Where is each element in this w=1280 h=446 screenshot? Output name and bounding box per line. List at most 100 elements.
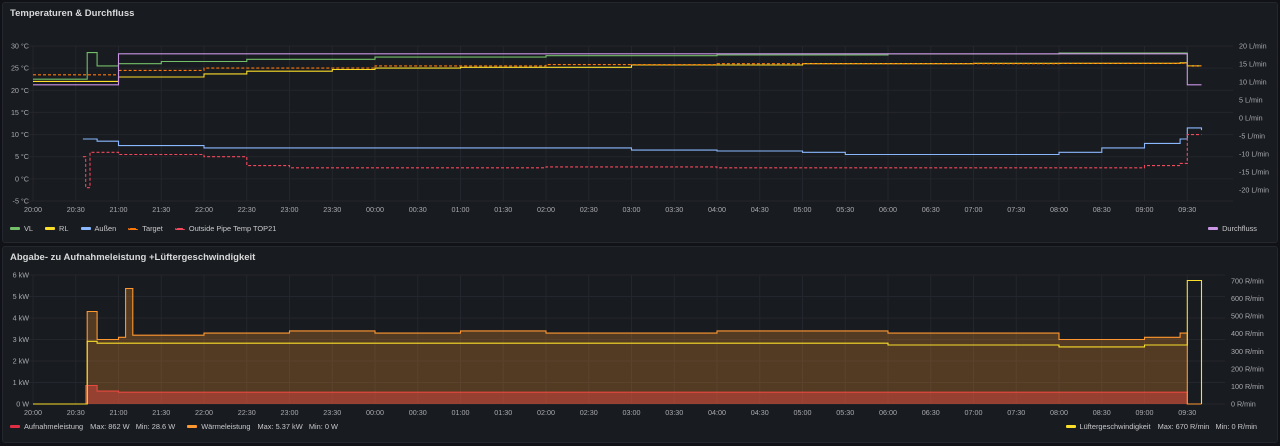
legend-item[interactable]: Target: [128, 224, 163, 233]
x-tick-label: 20:00: [24, 205, 42, 214]
series-line-1: [33, 62, 1202, 82]
y-left-tick-label: 1 kW: [13, 378, 30, 387]
legend-item[interactable]: Lüftergeschwindigkeit Max: 670 R/min Min:…: [1065, 422, 1257, 431]
series-line-2: [82, 127, 1203, 156]
legend-item[interactable]: Outside Pipe Temp TOP21: [174, 224, 277, 233]
legend-item[interactable]: Wärmeleistung Max: 5.37 kW Min: 0 W: [187, 422, 338, 431]
y-right-tick-label: 700 R/min: [1231, 277, 1264, 286]
legend-label: Wärmeleistung: [201, 422, 251, 431]
legend-item[interactable]: VL: [10, 224, 33, 233]
series-line-4: [82, 134, 1202, 189]
x-tick-label: 08:00: [1050, 408, 1068, 417]
x-tick-label: 05:30: [836, 205, 854, 214]
x-tick-label: 22:00: [195, 408, 213, 417]
y-right-tick-label: 15 L/min: [1239, 60, 1267, 69]
y-right-tick-label: -20 L/min: [1239, 186, 1269, 195]
x-tick-label: 01:30: [494, 408, 512, 417]
legend-label: Durchfluss: [1222, 224, 1257, 233]
y-right-tick-label: 5 L/min: [1239, 96, 1263, 105]
legend-swatch: [10, 425, 20, 428]
x-tick-label: 05:00: [794, 205, 812, 214]
legend-swatch: [45, 227, 56, 230]
x-tick-label: 07:00: [965, 408, 983, 417]
x-tick-label: 09:30: [1178, 408, 1196, 417]
y-left-tick-label: 5 kW: [13, 292, 30, 301]
y-left-tick-label: 3 kW: [13, 335, 30, 344]
legend-swatch: [80, 227, 91, 230]
x-tick-label: 05:00: [794, 408, 812, 417]
x-tick-label: 04:30: [751, 205, 769, 214]
legend-fan: Lüftergeschwindigkeit Max: 670 R/min Min:…: [1065, 422, 1265, 431]
x-tick-label: 08:30: [1093, 408, 1111, 417]
legend-power: Aufnahmeleistung Max: 862 W Min: 28.6 W Wä…: [10, 422, 346, 431]
x-tick-label: 21:00: [110, 205, 128, 214]
legend-item[interactable]: RL: [45, 224, 69, 233]
y-right-tick-label: 100 R/min: [1231, 382, 1264, 391]
legend-item[interactable]: Aufnahmeleistung Max: 862 W Min: 28.6 W: [10, 422, 175, 431]
x-tick-label: 07:30: [1007, 408, 1025, 417]
x-tick-label: 02:30: [580, 205, 598, 214]
x-tick-label: 06:30: [922, 205, 940, 214]
x-tick-label: 09:30: [1178, 205, 1196, 214]
y-left-tick-label: 5 °C: [15, 152, 29, 161]
series-area-1: [33, 288, 1202, 404]
x-tick-label: 06:00: [879, 205, 897, 214]
series-line-0: [33, 52, 1202, 80]
legend-swatch: [174, 227, 185, 230]
x-tick-label: 20:00: [24, 408, 42, 417]
legend-stats: Max: 862 W Min: 28.6 W: [90, 422, 176, 431]
legend-label: Lüftergeschwindigkeit: [1079, 422, 1151, 431]
x-tick-label: 00:30: [409, 205, 427, 214]
series-line-5: [33, 53, 1202, 86]
legend-durchfluss: Durchfluss: [1208, 224, 1265, 233]
x-tick-label: 23:00: [281, 408, 299, 417]
x-tick-label: 02:00: [537, 205, 555, 214]
legend-label: RL: [59, 224, 69, 233]
x-tick-label: 05:30: [836, 408, 854, 417]
y-left-tick-label: -5 °C: [13, 197, 29, 206]
x-tick-label: 20:30: [67, 408, 85, 417]
x-tick-label: 02:30: [580, 408, 598, 417]
x-tick-label: 04:30: [751, 408, 769, 417]
legend-label: Außen: [94, 224, 117, 233]
grid: [27, 45, 1233, 202]
y-left-tick-label: 20 °C: [11, 86, 29, 95]
x-tick-label: 08:30: [1093, 205, 1111, 214]
x-tick-label: 23:30: [323, 408, 341, 417]
y-left-tick-label: 6 kW: [13, 271, 30, 280]
x-tick-label: 00:00: [366, 408, 384, 417]
y-right-tick-label: 200 R/min: [1231, 364, 1264, 373]
y-left-tick-label: 4 kW: [13, 314, 30, 323]
legend-label: VL: [24, 224, 34, 233]
y-left-tick-label: 25 °C: [11, 64, 29, 73]
x-tick-label: 09:00: [1136, 408, 1154, 417]
x-tick-label: 08:00: [1050, 205, 1068, 214]
legend-label: Outside Pipe Temp TOP21: [188, 224, 277, 233]
y-left-tick-label: 2 kW: [13, 357, 30, 366]
x-tick-label: 01:00: [452, 408, 470, 417]
x-tick-label: 07:00: [965, 205, 983, 214]
x-tick-label: 23:00: [281, 205, 299, 214]
y-left-tick-label: 30 °C: [11, 42, 29, 51]
legend-label: Aufnahmeleistung: [24, 422, 84, 431]
y-right-tick-label: -5 L/min: [1239, 132, 1265, 141]
y-right-tick-label: -10 L/min: [1239, 150, 1269, 159]
x-tick-label: 21:00: [110, 408, 128, 417]
x-tick-label: 00:30: [409, 408, 427, 417]
legend-item[interactable]: Durchfluss: [1208, 224, 1257, 233]
y-right-tick-label: 500 R/min: [1231, 312, 1264, 321]
x-tick-label: 07:30: [1007, 205, 1025, 214]
x-tick-label: 03:30: [665, 205, 683, 214]
x-tick-label: 03:00: [623, 408, 641, 417]
legend-swatch: [128, 227, 139, 230]
x-tick-label: 03:00: [623, 205, 641, 214]
y-right-tick-label: 10 L/min: [1239, 78, 1267, 87]
legend-item[interactable]: Außen: [80, 224, 117, 233]
y-right-tick-label: -15 L/min: [1239, 168, 1269, 177]
legend-swatch: [1065, 425, 1076, 428]
x-tick-label: 04:00: [708, 205, 726, 214]
legend-stats: Max: 670 R/min Min: 0 R/min: [1157, 422, 1257, 431]
legend-swatch: [187, 425, 198, 428]
panel-temperatures: Temperaturen & Durchfluss 20:00 20:30 21:0…: [2, 2, 1278, 243]
y-left-tick-label: 15 °C: [11, 108, 29, 117]
